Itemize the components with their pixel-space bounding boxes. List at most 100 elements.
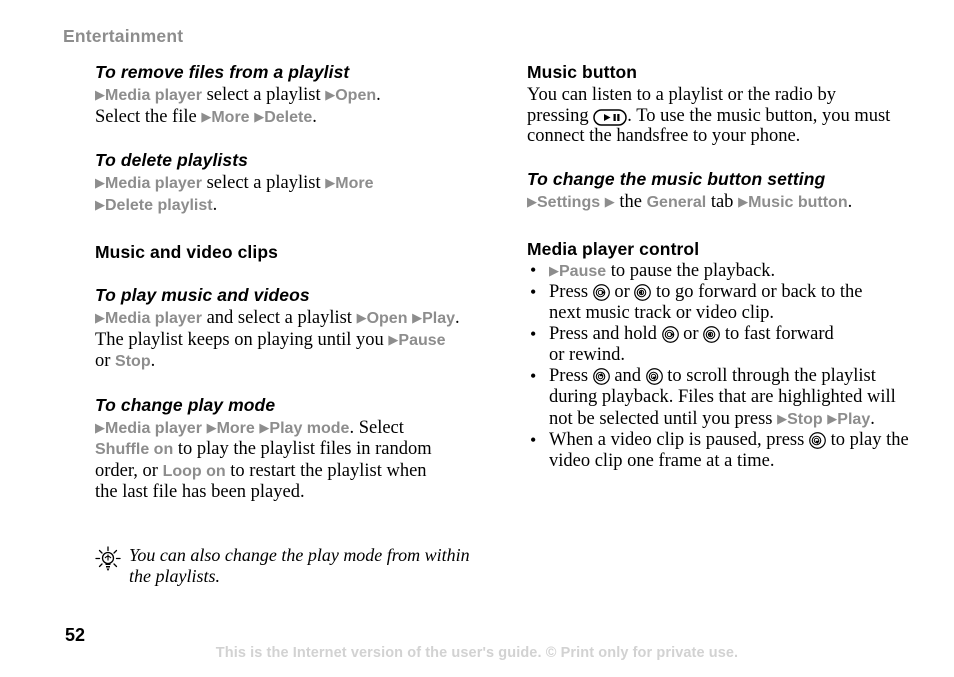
menu-arrow-icon: ▶ — [388, 331, 399, 347]
nav-key-right-icon — [661, 326, 679, 343]
body-text: to pause the playback. — [606, 261, 776, 281]
menu-arrow-icon: ▶ — [95, 175, 105, 190]
menu-term[interactable]: Media player — [105, 310, 202, 327]
menu-term[interactable]: Play — [422, 310, 455, 327]
body-text: video clip one frame at a time. — [549, 451, 775, 471]
body-text: . — [870, 409, 875, 429]
menu-term[interactable]: Loop on — [163, 463, 226, 480]
list-item: • Press and to scroll through the playli… — [527, 366, 919, 430]
body-text: Select the file — [95, 106, 202, 127]
body-text: or — [678, 324, 704, 344]
body-text: You can listen to a playlist or the radi… — [527, 85, 836, 105]
menu-term[interactable]: Pause — [559, 263, 606, 280]
menu-term[interactable]: Open — [367, 310, 408, 327]
instruction-bullet-list: • ▶Pause to pause the playback. • Press … — [527, 260, 919, 472]
menu-arrow-icon: ▶ — [604, 193, 615, 209]
body-text: not be selected until you press — [549, 409, 778, 429]
menu-arrow-icon: ▶ — [827, 411, 838, 426]
body-text: The playlist keeps on playing until you — [95, 329, 389, 350]
bullet-dot-icon: • — [530, 282, 537, 302]
bullet-dot-icon: • — [530, 366, 537, 386]
manual-page: Entertainment To remove files from a pla… — [0, 0, 954, 677]
body-text: to scroll through the playlist — [662, 366, 876, 386]
menu-term[interactable]: Play mode — [269, 420, 349, 437]
bullet-dot-icon: • — [530, 260, 537, 280]
list-item: • ▶Pause to pause the playback. — [527, 260, 919, 282]
body-text: . Select — [349, 417, 404, 438]
body-text: Press — [549, 366, 593, 386]
body-text: to restart the playlist when — [225, 460, 427, 481]
menu-term[interactable]: Settings — [537, 194, 600, 211]
menu-arrow-icon: ▶ — [325, 175, 336, 190]
tip-block: You can also change the play mode from w… — [95, 545, 475, 587]
body-text: to go forward or back to the — [651, 282, 863, 302]
menu-term[interactable]: Media player — [105, 420, 202, 437]
menu-arrow-icon: ▶ — [259, 419, 270, 435]
menu-term[interactable]: Media player — [105, 87, 202, 104]
body-text: . — [212, 194, 218, 215]
menu-arrow-icon: ▶ — [95, 310, 105, 325]
lightbulb-icon — [95, 545, 121, 579]
body-text: the last file has been played. — [95, 482, 305, 502]
body-text: to play the — [825, 430, 909, 450]
section-heading: Media player control — [527, 239, 700, 259]
menu-arrow-icon: ▶ — [254, 108, 265, 124]
task-heading: To change play mode — [95, 394, 276, 415]
right-column: Music button You can listen to a playlist… — [527, 62, 919, 472]
menu-term[interactable]: Open — [335, 87, 376, 104]
list-item: • When a video clip is paused, press to … — [527, 430, 919, 472]
menu-term[interactable]: Media player — [105, 175, 202, 192]
body-text: select a playlist — [201, 173, 326, 193]
body-text: . — [312, 106, 317, 127]
menu-term[interactable]: Music button — [748, 194, 848, 211]
body-text: . — [376, 85, 381, 105]
menu-term[interactable]: Pause — [398, 332, 445, 349]
footer-copyright-note: This is the Internet version of the user… — [215, 645, 739, 661]
instruction-paragraph: You can listen to a playlist or the radi… — [527, 85, 919, 147]
menu-arrow-icon: ▶ — [325, 87, 336, 102]
menu-arrow-icon: ▶ — [549, 263, 559, 278]
menu-arrow-icon: ▶ — [527, 193, 537, 209]
body-text: or — [609, 282, 635, 302]
body-text: to fast forward — [720, 324, 834, 344]
menu-arrow-icon: ▶ — [777, 411, 788, 426]
menu-term[interactable]: Delete playlist — [105, 197, 213, 214]
body-text: tab — [706, 191, 739, 212]
menu-term[interactable]: More — [211, 109, 249, 126]
body-text: When a video clip is paused, press — [549, 430, 809, 450]
body-text: next music track or video clip. — [549, 303, 775, 323]
nav-key-left-icon — [634, 284, 652, 301]
nav-key-down-icon — [809, 432, 826, 449]
body-text: . — [150, 351, 156, 371]
body-text: pressing — [527, 105, 594, 126]
list-item: • Press or to go forward or back to the n… — [527, 282, 919, 324]
nav-key-down-icon — [645, 368, 663, 385]
body-text: to play the playlist files in random — [173, 439, 432, 459]
menu-arrow-icon: ▶ — [201, 108, 212, 124]
body-text: . To use the music button, you must — [627, 105, 891, 126]
menu-term[interactable]: More — [335, 175, 373, 192]
menu-arrow-icon: ▶ — [412, 310, 423, 325]
menu-term[interactable]: Stop — [787, 411, 823, 428]
instruction-paragraph: ▶Media player select a playlist ▶More ▶De… — [95, 173, 475, 216]
chapter-header: Entertainment — [63, 26, 184, 46]
body-text: Press and hold — [549, 324, 662, 344]
body-text: order, or — [95, 460, 163, 481]
menu-term[interactable]: Shuffle on — [95, 441, 173, 458]
menu-term[interactable]: General — [647, 194, 707, 211]
menu-term[interactable]: Delete — [264, 109, 312, 126]
menu-arrow-icon: ▶ — [95, 419, 105, 435]
menu-term[interactable]: Stop — [115, 353, 151, 370]
task-heading: To remove files from a playlist — [95, 62, 350, 82]
body-text: the — [614, 191, 647, 212]
menu-term[interactable]: Play — [837, 411, 870, 428]
body-text: and — [609, 366, 646, 386]
body-text: during playback. Files that are highligh… — [549, 387, 896, 407]
body-text: or — [95, 351, 116, 371]
menu-term[interactable]: More — [217, 420, 255, 437]
